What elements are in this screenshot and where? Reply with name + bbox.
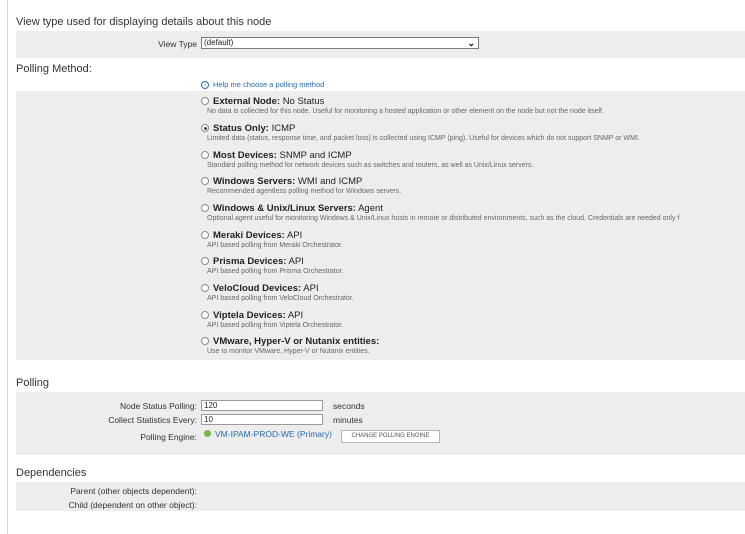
option-desc: Standard polling method for network devi… [207, 162, 534, 169]
option-desc: Recommended agentless polling method for… [207, 188, 402, 195]
collect-statistics-label: Collect Statistics Every: [108, 415, 197, 425]
change-polling-engine-button[interactable]: CHANGE POLLING ENGINE [341, 430, 440, 443]
polling-method-band [16, 91, 745, 360]
option-suffix: Agent [358, 203, 383, 214]
option-name: Prisma Devices: [213, 256, 287, 267]
radio-viptela[interactable] [201, 311, 209, 319]
chevron-down-icon[interactable]: ⌄ [467, 38, 475, 49]
option-desc: Use to monitor VMware, Hyper-V or Nutani… [207, 348, 370, 355]
option-name: VeloCloud Devices: [213, 283, 302, 294]
polling-engine-value: VM-IPAM-PROD-WE (Primary) [215, 429, 332, 439]
option-suffix: API [287, 310, 304, 321]
view-type-section-title: View type used for displaying details ab… [16, 16, 272, 28]
parent-dependency-label: Parent (other objects dependent): [70, 486, 197, 496]
option-name: Status Only: [213, 123, 269, 134]
option-desc: API based polling from Viptela Orchestra… [207, 322, 344, 329]
help-link-text[interactable]: Help me choose a polling method [213, 80, 324, 89]
view-type-value: (default) [204, 38, 234, 47]
collect-statistics-unit: minutes [333, 415, 363, 425]
radio-external-node[interactable] [201, 97, 209, 105]
node-status-polling-input[interactable]: 120 [201, 400, 323, 411]
option-name: Most Devices: [213, 150, 277, 161]
node-status-polling-unit: seconds [333, 401, 365, 411]
option-suffix: API [288, 256, 304, 267]
option-desc: API based polling from Prisma Orchestrat… [207, 268, 344, 275]
radio-agent[interactable] [201, 204, 209, 212]
option-suffix: SNMP and ICMP [279, 150, 352, 161]
option-desc: API based polling from Meraki Orchestrat… [207, 242, 343, 249]
option-name: Meraki Devices: [213, 230, 285, 241]
option-suffix: API [286, 230, 303, 241]
info-icon: i [201, 81, 209, 90]
radio-status-only[interactable] [201, 124, 209, 132]
polling-method-title: Polling Method: [16, 63, 92, 75]
option-name: External Node: [213, 96, 281, 107]
child-dependency-label: Child (dependent on other object): [68, 500, 197, 510]
option-suffix: WMI and ICMP [297, 176, 363, 187]
view-type-label: View Type [158, 39, 197, 49]
option-suffix: API [303, 283, 319, 294]
view-type-select[interactable]: (default) ⌄ [201, 37, 479, 49]
option-name: Windows Servers: [213, 176, 296, 187]
radio-windows-servers[interactable] [201, 177, 209, 185]
option-name: VMware, Hyper-V or Nutanix entities: [213, 336, 380, 347]
node-status-polling-label: Node Status Polling: [119, 401, 197, 411]
polling-section-title: Polling [16, 377, 50, 389]
option-suffix: No Status [282, 96, 325, 107]
option-desc: Optional agent useful for monitoring Win… [207, 215, 680, 222]
radio-velocloud[interactable] [201, 284, 209, 292]
engine-status-dot-icon [204, 430, 211, 437]
option-suffix: ICMP [271, 123, 296, 134]
radio-most-devices[interactable] [201, 151, 209, 159]
radio-vmware[interactable] [201, 337, 209, 345]
option-desc: No data is collected for this node. Usef… [207, 108, 604, 115]
radio-meraki[interactable] [201, 231, 209, 239]
option-desc: Limited data (status, response time, and… [207, 135, 640, 142]
polling-engine-label: Polling Engine: [140, 432, 197, 442]
option-desc: API based polling from VeloCloud Orchest… [207, 295, 354, 302]
collect-statistics-input[interactable]: 10 [201, 414, 323, 425]
left-border [7, 0, 8, 534]
option-name: Viptela Devices: [213, 310, 286, 321]
help-choose-polling-link[interactable]: i Help me choose a polling method [201, 80, 324, 90]
radio-prisma[interactable] [201, 257, 209, 265]
dependencies-section-title: Dependencies [16, 467, 87, 479]
option-name: Windows & Unix/Linux Servers: [213, 203, 356, 214]
